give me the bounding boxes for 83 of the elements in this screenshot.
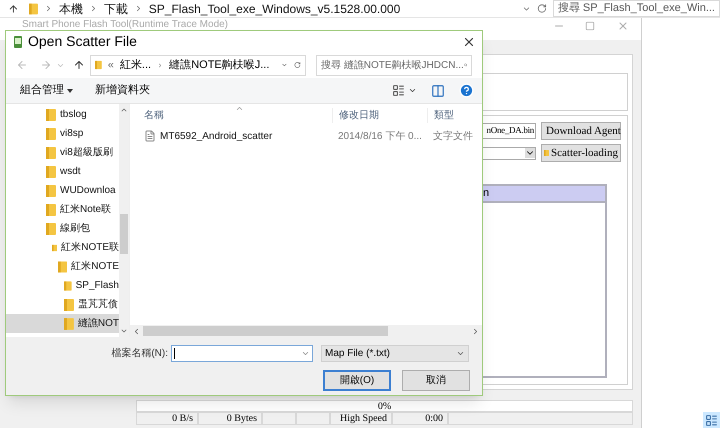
- search-field[interactable]: 搜尋 縫譙NOTE齁枎喉JHDCN...: [316, 54, 472, 76]
- folder-tree-item[interactable]: wsdt: [6, 162, 119, 181]
- status-cell: High Speed: [330, 412, 392, 425]
- scrollbar[interactable]: [130, 325, 482, 337]
- search-field[interactable]: 搜尋 SP_Flash_Tool_exe_Win...: [552, 0, 720, 17]
- folder-tree-item[interactable]: SP_Flash: [6, 276, 119, 295]
- file-row[interactable]: MT6592_Android_scatter 2014/8/16 下午 0... 文字文件: [130, 126, 482, 146]
- dialog-title: Open Scatter File: [28, 32, 137, 51]
- folder-icon: [46, 204, 56, 216]
- file-type: 文字文件: [432, 130, 474, 144]
- status-cell: 0:00: [392, 412, 448, 425]
- folder-icon: [64, 318, 74, 330]
- breadcrumb[interactable]: 下載: [104, 0, 128, 18]
- scatter-loading-button[interactable]: Scatter-loading: [541, 144, 621, 162]
- breadcrumb[interactable]: SP_Flash_Tool_exe_Windows_v5.1528.00.000: [148, 0, 400, 18]
- caret-icon: [67, 88, 73, 92]
- folder-icon: [95, 59, 102, 71]
- folder-icon: [46, 128, 56, 140]
- refresh-icon[interactable]: [294, 60, 301, 70]
- address-bar[interactable]: 本機 下載 SP_Flash_Tool_exe_Windows_v5.1528.00.000: [44, 0, 484, 17]
- address-bar[interactable]: « 紅米... 縫譙NOTE齁枎喉J...: [90, 54, 306, 76]
- folder-icon: [46, 222, 56, 234]
- app-icon: [14, 36, 22, 48]
- column-header: n: [483, 186, 490, 202]
- folder-icon: [544, 147, 550, 159]
- file-name: MT6592_Android_scatter: [160, 130, 272, 144]
- folder-icon: [46, 108, 56, 120]
- sort-icon: [235, 104, 244, 113]
- new-folder-button[interactable]: 新增資料夾: [95, 82, 150, 99]
- folder-tree-item[interactable]: tbslog: [6, 105, 119, 124]
- scroll-down-icon[interactable]: [120, 327, 128, 335]
- preview-pane-icon[interactable]: [431, 84, 445, 98]
- organize-menu[interactable]: 組合管理: [20, 82, 73, 99]
- field-label: 檔案名稱(N):: [110, 346, 168, 361]
- scrollbar[interactable]: [119, 104, 129, 337]
- folder-tree-item[interactable]: 線刷包: [6, 219, 119, 238]
- folder-icon: [64, 280, 72, 292]
- status-cell: 0 Bytes: [198, 412, 262, 425]
- breadcrumb-separator-icon: [157, 60, 164, 70]
- folder-icon: [46, 146, 56, 158]
- breadcrumb-overflow[interactable]: «: [108, 56, 114, 74]
- column-header[interactable]: 名稱: [130, 108, 332, 122]
- progress-text: 0%: [378, 400, 392, 414]
- folder-tree-item[interactable]: vi8sp: [6, 124, 119, 143]
- view-icon[interactable]: [392, 84, 405, 97]
- dialog-button[interactable]: 開啟(O): [323, 370, 391, 391]
- details-view-icon[interactable]: [705, 414, 718, 426]
- folder-tree-item[interactable]: 盄芃芃僋: [6, 295, 119, 314]
- file-date: 2014/8/16 下午 0...: [337, 130, 423, 144]
- folder-icon: [64, 298, 74, 310]
- folder-icon: [58, 260, 68, 272]
- folder-tree-item[interactable]: 紅米NOTE: [6, 257, 119, 276]
- window-title: Smart Phone Flash Tool(Runtime Trace Mode): [22, 19, 228, 30]
- column-header[interactable]: 修改日期: [332, 108, 427, 122]
- dialog-button[interactable]: 取消: [402, 370, 470, 391]
- breadcrumb[interactable]: 本機: [58, 0, 83, 18]
- breadcrumb[interactable]: 紅米...: [120, 56, 152, 74]
- file-type-dropdown[interactable]: Map File (*.txt): [321, 345, 469, 362]
- scroll-left-icon[interactable]: [132, 326, 141, 336]
- file-icon: [144, 130, 156, 142]
- folder-tree-item[interactable]: 紅米NOTE联: [6, 238, 119, 257]
- download-agent-button[interactable]: Download Agent: [541, 122, 621, 140]
- folder-icon: [46, 184, 56, 196]
- scroll-right-icon[interactable]: [471, 326, 480, 336]
- scroll-up-icon[interactable]: [120, 106, 128, 114]
- dropdown-icon[interactable]: [408, 86, 417, 95]
- refresh-icon[interactable]: [536, 3, 547, 14]
- breadcrumb[interactable]: 縫譙NOTE齁枎喉J...: [169, 56, 270, 74]
- help-icon[interactable]: [459, 83, 474, 98]
- up-icon[interactable]: [8, 2, 19, 14]
- folder-icon: [46, 166, 56, 178]
- folder-icon: [28, 2, 38, 14]
- folder-tree-item[interactable]: 紅米Note联: [6, 200, 119, 219]
- folder-tree-item[interactable]: vi8超級版刷: [6, 143, 119, 162]
- scrollbar-thumb[interactable]: [120, 214, 128, 254]
- folder-tree-item[interactable]: WUDownloa: [6, 181, 119, 200]
- dropdown-icon[interactable]: [525, 148, 535, 158]
- column-header[interactable]: 類型: [427, 108, 482, 122]
- status-cell: 0 B/s: [136, 412, 198, 425]
- filename-input[interactable]: [171, 345, 313, 362]
- scrollbar-thumb[interactable]: [143, 326, 388, 336]
- folder-tree-item[interactable]: 縫譙NOT: [6, 314, 119, 333]
- up-icon[interactable]: [73, 59, 85, 71]
